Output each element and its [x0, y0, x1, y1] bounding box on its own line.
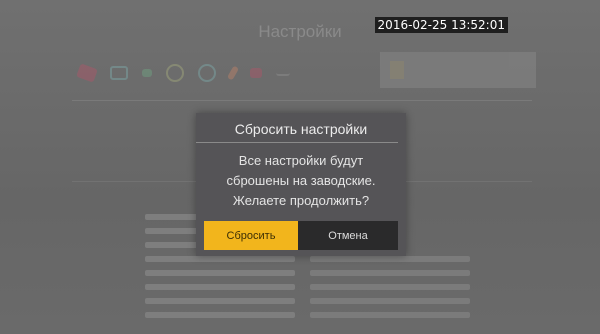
dialog-title: Сбросить настройки [234, 121, 368, 137]
reset-button[interactable]: Сбросить [204, 221, 298, 250]
info-row [145, 294, 565, 307]
info-row [145, 280, 565, 293]
dialog-divider [196, 142, 398, 143]
info-icon [198, 64, 216, 82]
highlighted-menu-tile [380, 52, 536, 88]
record-icon [250, 68, 262, 78]
info-row [145, 266, 565, 279]
tv-icon [110, 66, 128, 80]
favorite-icon [76, 63, 98, 83]
screen-title: Настройки [258, 22, 342, 41]
dialog-message-line: Все настройки будут [238, 153, 364, 168]
dialog-message-line: сброшены на заводские. [226, 173, 376, 188]
timestamp-overlay: 2016-02-25 13:52:01 [374, 17, 508, 33]
info-row [145, 308, 565, 321]
dialog-message-line: Желаете продолжить? [232, 193, 370, 208]
network-icon [142, 69, 152, 77]
parental-control-icon [226, 65, 240, 81]
dialog-message: Все настройки будут сброшены на заводски… [202, 151, 400, 211]
menu-tile-icon [390, 61, 404, 79]
cancel-button[interactable]: Отмена [298, 221, 398, 250]
category-icon-row [60, 58, 408, 88]
more-icon [276, 70, 290, 76]
reset-settings-dialog: Сбросить настройки Все настройки будут с… [196, 113, 406, 256]
dialog-buttons: Сбросить Отмена [204, 221, 398, 250]
clock-icon [166, 64, 184, 82]
